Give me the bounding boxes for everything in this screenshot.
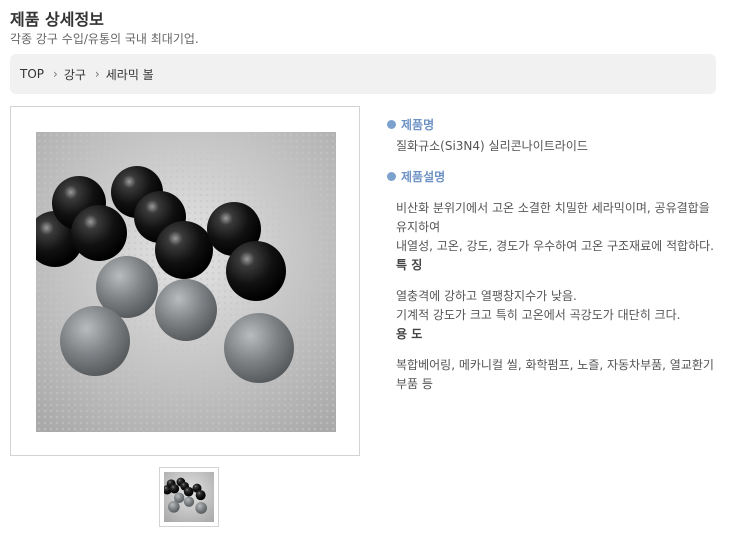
description-line: 비산화 분위기에서 고온 소결한 치밀한 세라믹이며, 공유결합을 유지하여 — [396, 201, 710, 234]
product-name-heading: 제품명 — [387, 116, 717, 133]
breadcrumb-item-balls[interactable]: 강구 — [64, 66, 86, 83]
chevron-right-icon: › — [94, 67, 100, 81]
circle-bullet-icon — [387, 120, 396, 129]
product-desc-heading: 제품설명 — [387, 168, 717, 185]
breadcrumb-item-ceramic-ball[interactable]: 세라믹 볼 — [106, 66, 154, 83]
breadcrumb-item-top[interactable]: TOP — [20, 67, 44, 81]
ceramic-balls-thumbnail — [164, 472, 214, 522]
uses-line: 복합베어링, 메카니컬 씰, 화학펌프, 노즐, 자동차부품, 열교환기 부품 … — [396, 358, 714, 391]
chevron-right-icon: › — [53, 67, 58, 81]
product-desc-heading-label: 제품설명 — [401, 170, 446, 184]
ceramic-balls-photo — [36, 132, 336, 432]
product-description: 비산화 분위기에서 고온 소결한 치밀한 세라믹이며, 공유결합을 유지하여 내… — [396, 199, 717, 394]
product-name-heading-label: 제품명 — [401, 118, 435, 132]
breadcrumb: TOP › 강구 › 세라믹 볼 — [10, 54, 716, 94]
page-title: 제품 상세정보 — [10, 10, 104, 29]
uses-heading: 용 도 — [396, 327, 423, 341]
product-thumbnail[interactable] — [159, 467, 219, 527]
features-heading: 특 징 — [396, 258, 423, 272]
description-line: 내열성, 고온, 강도, 경도가 우수하여 고온 구조재료에 적합하다. — [396, 239, 714, 253]
feature-line: 열충격에 강하고 열팽창지수가 낮음. — [396, 289, 577, 303]
product-name: 질화규소(Si3N4) 실리콘나이트라이드 — [396, 139, 588, 153]
product-main-image — [10, 106, 360, 456]
product-info: 제품명 질화규소(Si3N4) 실리콘나이트라이드 제품설명 비산화 분위기에서… — [387, 116, 717, 394]
feature-line: 기계적 강도가 크고 특히 고온에서 곡강도가 대단히 크다. — [396, 308, 681, 322]
circle-bullet-icon — [387, 172, 396, 181]
page-subtitle: 각종 강구 수입/유통의 국내 최대기업. — [10, 32, 199, 46]
